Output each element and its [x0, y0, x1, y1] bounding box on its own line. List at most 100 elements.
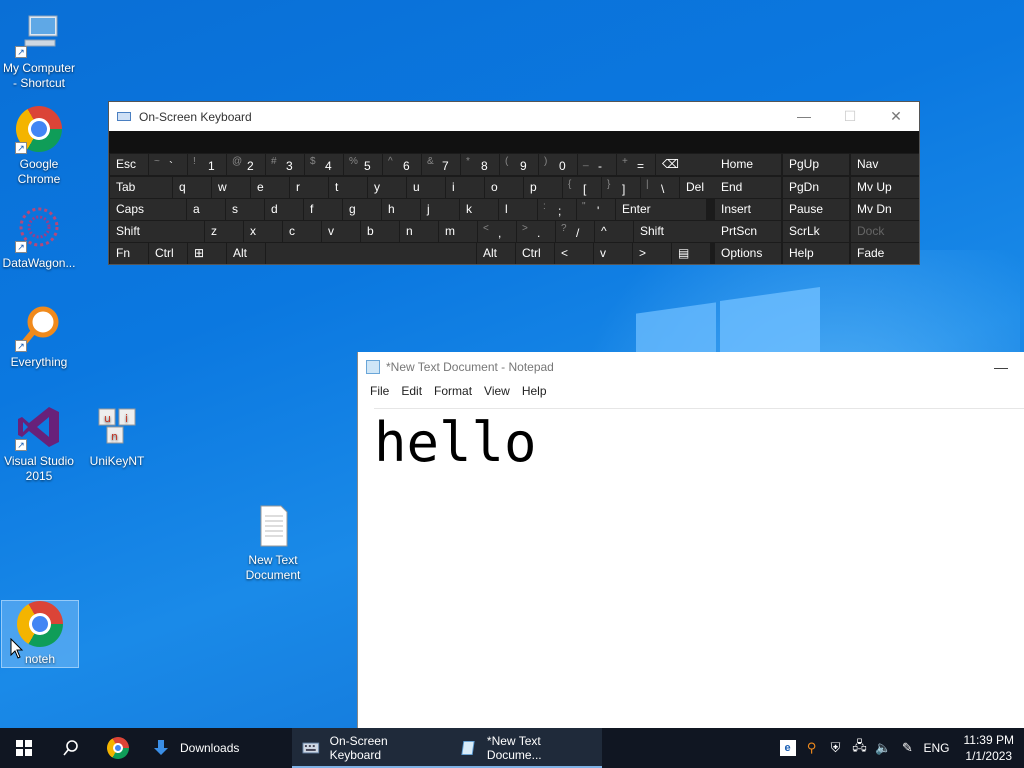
osk-key[interactable]: " ': [577, 199, 615, 220]
taskbar-notepad[interactable]: *New Text Docume...: [450, 728, 602, 768]
osk-nav-key[interactable]: Nav: [851, 154, 919, 175]
osk-key[interactable]: Alt: [477, 243, 515, 264]
notepad-text-area[interactable]: hello: [374, 408, 1024, 474]
osk-nav-key[interactable]: Dock: [851, 221, 919, 242]
osk-key[interactable]: p: [524, 177, 562, 198]
osk-key[interactable]: + =: [617, 154, 655, 175]
menu-help[interactable]: Help: [516, 382, 553, 402]
osk-key[interactable]: Ctrl: [149, 243, 187, 264]
osk-key[interactable]: ~ `: [149, 154, 187, 175]
osk-key[interactable]: Esc: [110, 154, 148, 175]
osk-nav-key[interactable]: End: [715, 177, 781, 198]
osk-key[interactable]: :;: [538, 199, 576, 220]
osk-key[interactable]: r: [290, 177, 328, 198]
pen-icon[interactable]: ✎: [900, 740, 916, 756]
on-screen-keyboard-window[interactable]: On-Screen Keyboard — ☐ ✕ Esc ~ `! 1 @2 #3 $4% 5…: [108, 101, 920, 265]
osk-nav-key[interactable]: Fade: [851, 243, 919, 264]
osk-nav-key[interactable]: PgDn: [783, 177, 849, 198]
osk-key[interactable]: Alt: [227, 243, 265, 264]
osk-key[interactable]: >.: [517, 221, 555, 242]
osk-nav-key[interactable]: PrtScn: [715, 221, 781, 242]
osk-key[interactable]: <: [555, 243, 593, 264]
osk-title-bar[interactable]: On-Screen Keyboard — ☐ ✕: [109, 102, 919, 131]
osk-key[interactable]: #3: [266, 154, 304, 175]
osk-nav-key[interactable]: Pause: [783, 199, 849, 220]
osk-key[interactable]: Tab: [110, 177, 172, 198]
osk-key[interactable]: g: [343, 199, 381, 220]
osk-key[interactable]: n: [400, 221, 438, 242]
osk-key[interactable]: ^ 6: [383, 154, 421, 175]
osk-key[interactable]: ) 0: [539, 154, 577, 175]
osk-key[interactable]: k: [460, 199, 498, 220]
minimize-button[interactable]: —: [781, 108, 827, 125]
osk-key[interactable]: a: [187, 199, 225, 220]
desktop-icon-google-chrome[interactable]: ↗ Google Chrome: [0, 97, 78, 187]
osk-key[interactable]: ⊞: [188, 243, 226, 264]
search-button[interactable]: [48, 728, 94, 768]
osk-key[interactable]: Enter: [616, 199, 706, 220]
notepad-window[interactable]: *New Text Document - Notepad — File Edit…: [357, 352, 1024, 729]
volume-icon[interactable]: 🔈: [875, 740, 891, 756]
osk-key[interactable]: <,: [478, 221, 516, 242]
osk-key[interactable]: @2: [227, 154, 265, 175]
osk-key[interactable]: l: [499, 199, 537, 220]
osk-key[interactable]: ! 1: [188, 154, 226, 175]
osk-key[interactable]: v: [322, 221, 360, 242]
osk-key[interactable]: q: [173, 177, 211, 198]
osk-key[interactable]: Caps: [110, 199, 186, 220]
osk-key[interactable]: [266, 243, 476, 264]
osk-key[interactable]: >: [633, 243, 671, 264]
osk-key[interactable]: _ -: [578, 154, 616, 175]
osk-key[interactable]: f: [304, 199, 342, 220]
menu-file[interactable]: File: [364, 382, 395, 402]
security-shield-icon[interactable]: ⛨: [828, 740, 844, 756]
desktop-icon-everything[interactable]: ↗ Everything: [0, 304, 78, 370]
osk-key[interactable]: % 5: [344, 154, 382, 175]
notepad-title-bar[interactable]: *New Text Document - Notepad —: [358, 352, 1024, 382]
osk-key[interactable]: ▤: [672, 243, 710, 264]
osk-nav-key[interactable]: Options: [715, 243, 781, 264]
everything-tray-icon[interactable]: ⚲: [804, 740, 820, 756]
osk-nav-key[interactable]: Mv Dn: [851, 199, 919, 220]
osk-key[interactable]: w: [212, 177, 250, 198]
osk-key[interactable]: (9: [500, 154, 538, 175]
osk-key[interactable]: {[: [563, 177, 601, 198]
desktop-icon-unikeynt[interactable]: u in UniKeyNT: [78, 403, 156, 469]
osk-key[interactable]: * 8: [461, 154, 499, 175]
osk-key[interactable]: t: [329, 177, 367, 198]
osk-nav-key[interactable]: ScrLk: [783, 221, 849, 242]
osk-key[interactable]: v: [594, 243, 632, 264]
menu-edit[interactable]: Edit: [395, 382, 428, 402]
osk-nav-key[interactable]: Mv Up: [851, 177, 919, 198]
osk-nav-key[interactable]: Home: [715, 154, 781, 175]
menu-format[interactable]: Format: [428, 382, 478, 402]
network-icon[interactable]: 🖧: [852, 738, 868, 756]
osk-key[interactable]: | \: [641, 177, 679, 198]
maximize-button[interactable]: ☐: [827, 108, 873, 125]
desktop-icon-visual-studio[interactable]: ↗ Visual Studio 2015: [0, 403, 78, 484]
osk-key[interactable]: ^: [595, 221, 633, 242]
minimize-button[interactable]: —: [978, 359, 1024, 375]
osk-nav-key[interactable]: Help: [783, 243, 849, 264]
osk-key[interactable]: h: [382, 199, 420, 220]
start-button[interactable]: [0, 728, 48, 768]
osk-key[interactable]: x: [244, 221, 282, 242]
osk-key[interactable]: i: [446, 177, 484, 198]
osk-key[interactable]: b: [361, 221, 399, 242]
language-indicator[interactable]: ENG: [924, 741, 950, 755]
taskbar-on-screen-keyboard[interactable]: On-Screen Keyboard: [292, 728, 450, 768]
desktop-icon-new-text-document[interactable]: New Text Document: [234, 502, 312, 583]
osk-key[interactable]: ⌫: [656, 154, 716, 175]
osk-key[interactable]: Shift: [634, 221, 720, 242]
osk-key[interactable]: ? /: [556, 221, 594, 242]
desktop-icon-my-computer[interactable]: ↗ My Computer - Shortcut: [0, 10, 78, 91]
osk-key[interactable]: z: [205, 221, 243, 242]
osk-key[interactable]: Shift: [110, 221, 204, 242]
osk-key[interactable]: j: [421, 199, 459, 220]
osk-key[interactable]: }]: [602, 177, 640, 198]
osk-key[interactable]: $4: [305, 154, 343, 175]
osk-key[interactable]: Fn: [110, 243, 148, 264]
taskbar-chrome[interactable]: [94, 728, 142, 768]
osk-key[interactable]: d: [265, 199, 303, 220]
osk-key[interactable]: s: [226, 199, 264, 220]
